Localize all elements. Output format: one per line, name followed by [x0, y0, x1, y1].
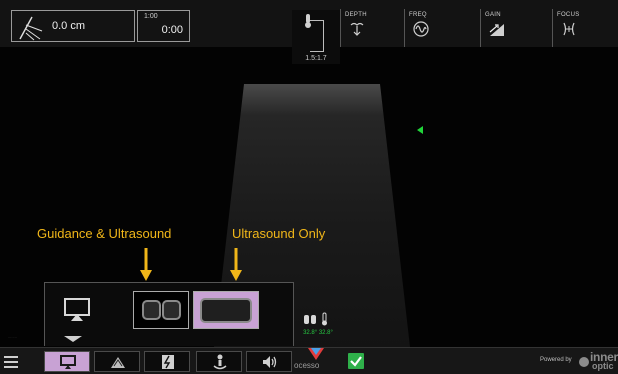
guidance-annotation-label: Guidance & Ultrasound [37, 226, 172, 241]
ultrasound-pane [200, 298, 252, 323]
depth-icon [350, 22, 364, 36]
patient-button[interactable] [196, 351, 242, 372]
temperature-icon [304, 312, 327, 326]
arrow-down-icon [230, 248, 242, 281]
brand-logo: ocesso [292, 348, 340, 374]
ultrasound-only-annotation-label: Ultrasound Only [232, 226, 326, 241]
gain-control[interactable]: GAIN [480, 9, 544, 47]
gain-icon [489, 24, 504, 36]
needle-distance-panel[interactable]: 0.0 cm [11, 10, 135, 42]
menu-icon[interactable] [4, 353, 18, 369]
ultrasound-mode-button[interactable] [94, 351, 140, 372]
top-toolbar: 0.0 cm 1:00 0:00 1.5:1.7 DEPTH FREQ GAIN [0, 0, 618, 64]
focus-label: FOCUS [557, 12, 580, 18]
timer-panel[interactable]: 1:00 0:00 [137, 10, 190, 42]
freq-icon [413, 21, 429, 37]
focus-control[interactable]: FOCUS [552, 9, 616, 47]
depth-label: DEPTH [345, 12, 367, 18]
inneroptic-logo: inner optic [578, 350, 618, 372]
freq-label: FREQ [409, 12, 427, 18]
ultrasound-pane [162, 300, 181, 320]
temperature-indicator: 32.8° 32.8° [296, 310, 340, 340]
check-icon [350, 356, 362, 367]
needle-icon [19, 16, 43, 41]
volume-icon [263, 356, 277, 368]
display-mode-popup [44, 282, 294, 346]
display-mode-button[interactable] [44, 351, 90, 372]
confirm-button[interactable] [348, 353, 364, 369]
volume-button[interactable] [246, 351, 292, 372]
needle-guide-button[interactable] [144, 351, 190, 372]
guidance-pane [142, 300, 161, 320]
needle-distance-value: 0.0 cm [52, 20, 86, 32]
timer-label: 1:00 [144, 13, 158, 20]
ultrasound-only-option[interactable] [193, 291, 259, 329]
logo-mark-icon [579, 357, 589, 367]
guidance-ultrasound-option[interactable] [133, 291, 189, 329]
bottom-toolbar: ocesso Powered by inner optic [0, 347, 618, 374]
temperature-value: 32.8° 32.8° [303, 330, 333, 336]
powered-by-label: Powered by [540, 357, 572, 363]
brand-mark-icon [308, 348, 324, 360]
display-icon [60, 355, 76, 369]
needle-guide-icon [162, 355, 174, 369]
display-icon [64, 298, 90, 321]
chevron-down-icon[interactable] [64, 336, 82, 342]
side-label: ........ [8, 334, 17, 339]
logo-bottom-text: optic [592, 361, 614, 371]
brand-name: ocesso [294, 361, 320, 370]
person-icon [213, 354, 227, 370]
timer-value: 0:00 [161, 24, 183, 36]
focus-marker[interactable] [417, 126, 423, 134]
focus-icon [563, 22, 575, 36]
depth-control[interactable]: DEPTH [340, 9, 404, 47]
home-icon [111, 357, 125, 368]
gain-label: GAIN [485, 12, 501, 18]
arrow-down-icon [140, 248, 152, 281]
freq-control[interactable]: FREQ [404, 9, 468, 47]
